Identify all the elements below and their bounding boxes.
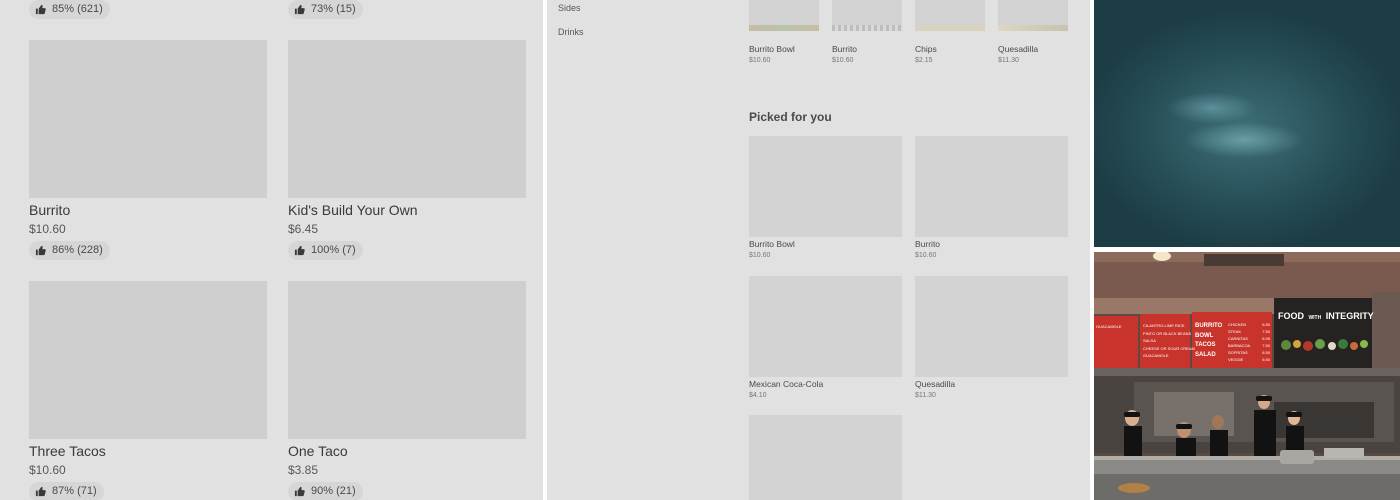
thumbs-up-icon (294, 245, 305, 256)
rating-text: 73% (15) (311, 3, 356, 15)
photo-column: GUACAMOLE CILANTRO-LIME RICE PINTO OR BL… (1094, 0, 1400, 500)
menu-item-name[interactable]: Kid's Build Your Own (288, 202, 418, 218)
rating-badge: 85% (621) (29, 0, 110, 19)
menu-grid-panel: 85% (621) 73% (15) Burrito $10.60 86% (2… (0, 0, 543, 500)
menu-item-name[interactable]: Burrito Bowl (749, 44, 795, 54)
menu-item-name[interactable]: Burrito (915, 239, 940, 249)
menu-item-price: $10.60 (832, 57, 854, 64)
rating-badge: 86% (228) (29, 241, 110, 260)
menu-board-text: CHEESE OR SOUR CREAM (1143, 345, 1195, 351)
menu-item-price: $11.30 (915, 392, 936, 399)
underwater-photo (1094, 0, 1400, 247)
menu-board-text: 6.95 (1262, 336, 1270, 341)
menu-board-text: 6.50 (1262, 357, 1270, 362)
menu-board-text: TACOS (1195, 342, 1216, 348)
thumbs-up-icon (294, 486, 305, 497)
section-title: Picked for you (749, 110, 832, 124)
menu-board-title: INTEGRITY (1325, 311, 1374, 321)
menu-board-text: PINTO OR BLACK BEANS (1143, 330, 1192, 336)
menu-board-text: VEGGIE (1228, 357, 1244, 362)
menu-item-name[interactable]: Quesadilla (998, 44, 1038, 54)
thumbs-up-icon (294, 4, 305, 15)
menu-board-text: STEAK (1228, 329, 1242, 334)
rating-badge: 87% (71) (29, 482, 104, 500)
menu-item-name[interactable]: Burrito (29, 202, 70, 218)
menu-item-image[interactable] (832, 0, 902, 31)
thumbs-up-icon (35, 486, 46, 497)
menu-item-name[interactable]: Burrito Bowl (749, 239, 795, 249)
rating-badge: 100% (7) (288, 241, 363, 260)
menu-item-image[interactable] (915, 0, 985, 31)
menu-board-text: BOWL (1195, 332, 1214, 339)
menu-board-text: SALAD (1195, 351, 1216, 358)
menu-item-name[interactable]: One Taco (288, 443, 348, 459)
menu-board-text: CARNITAS (1228, 336, 1248, 341)
rating-text: 86% (228) (52, 244, 103, 256)
menu-board-text: CILANTRO-LIME RICE (1143, 323, 1185, 328)
menu-item-image[interactable] (749, 0, 819, 31)
menu-board-text: CHICKEN (1228, 322, 1247, 327)
menu-board-text: 7.50 (1262, 343, 1270, 348)
menu-item-name[interactable]: Three Tacos (29, 443, 106, 459)
menu-board-title: WITH (1308, 315, 1322, 321)
menu-board-row: BARBACOA 7.50 (1228, 342, 1270, 349)
menu-item-image[interactable] (29, 40, 267, 198)
rating-badge: 90% (21) (288, 482, 363, 500)
menu-board-row: CARNITAS 6.95 (1228, 335, 1270, 342)
store-menu-panel: Sides Drinks Burrito Bowl $10.60 Burrito… (547, 0, 1090, 500)
menu-item-image[interactable] (749, 276, 902, 377)
menu-item-price: $11.30 (998, 57, 1019, 64)
menu-board-text: BARBACOA (1228, 343, 1251, 348)
sidebar-item-drinks[interactable]: Drinks (558, 27, 584, 37)
menu-board-row: VEGGIE 6.50 (1228, 356, 1270, 363)
menu-item-image[interactable] (288, 40, 526, 198)
menu-item-name[interactable]: Chips (915, 44, 937, 54)
menu-item-name[interactable]: Burrito (832, 44, 857, 54)
menu-board-text: 6.50 (1262, 322, 1270, 327)
menu-item-price: $10.60 (915, 252, 937, 259)
menu-board-row: STEAK 7.50 (1228, 328, 1270, 335)
sidebar-item-sides[interactable]: Sides (558, 3, 581, 13)
rating-text: 87% (71) (52, 485, 97, 497)
menu-item-image[interactable] (29, 281, 267, 439)
menu-item-image[interactable] (749, 415, 902, 500)
menu-item-image[interactable] (915, 136, 1068, 237)
menu-item-image[interactable] (915, 276, 1068, 377)
menu-item-price: $10.60 (29, 222, 66, 236)
menu-item-price: $10.60 (29, 463, 66, 477)
rating-text: 90% (21) (311, 485, 356, 497)
menu-board-row: SOFRITAS 6.50 (1228, 349, 1270, 356)
menu-board-text: SALSA (1143, 338, 1156, 343)
menu-item-image[interactable] (288, 281, 526, 439)
menu-board-text: SOFRITAS (1228, 350, 1248, 355)
rating-text: 85% (621) (52, 3, 103, 15)
menu-item-image[interactable] (749, 136, 902, 237)
menu-item-price: $6.45 (288, 222, 319, 236)
restaurant-counter-photo: GUACAMOLE CILANTRO-LIME RICE PINTO OR BL… (1094, 252, 1400, 500)
menu-board-integrity: FOOD WITH INTEGRITY (1278, 306, 1374, 324)
menu-board-text: GUACAMOLE (1143, 353, 1169, 358)
menu-item-price: $2.15 (915, 57, 933, 64)
menu-board-title: FOOD (1278, 311, 1304, 321)
rating-badge: 73% (15) (288, 0, 363, 19)
menu-board-entrees: BURRITO BOWL TACOS SALAD (1195, 322, 1229, 360)
thumbs-up-icon (35, 245, 46, 256)
menu-item-name[interactable]: Mexican Coca-Cola (749, 379, 823, 389)
menu-board-row: CHICKEN 6.50 (1228, 321, 1270, 328)
menu-board-left: GUACAMOLE (1096, 324, 1136, 329)
menu-item-name[interactable]: Quesadilla (915, 379, 955, 389)
menu-board-sides: CILANTRO-LIME RICE PINTO OR BLACK BEANS … (1143, 322, 1195, 360)
menu-item-price: $4.10 (749, 392, 767, 399)
menu-item-price: $3.85 (288, 463, 319, 477)
thumbs-up-icon (35, 4, 46, 15)
rating-text: 100% (7) (311, 244, 356, 256)
menu-board-text: 7.50 (1262, 329, 1270, 334)
menu-board-text: BURRITO (1195, 323, 1223, 329)
menu-board-text: 6.50 (1262, 350, 1270, 355)
menu-item-price: $10.60 (749, 57, 771, 64)
menu-item-image[interactable] (998, 0, 1068, 31)
menu-board-text: GUACAMOLE (1096, 324, 1122, 329)
menu-board-proteins: CHICKEN 6.50 STEAK 7.50 CARNITAS 6.95 BARBA… (1228, 321, 1270, 363)
menu-item-price: $10.60 (749, 252, 771, 259)
